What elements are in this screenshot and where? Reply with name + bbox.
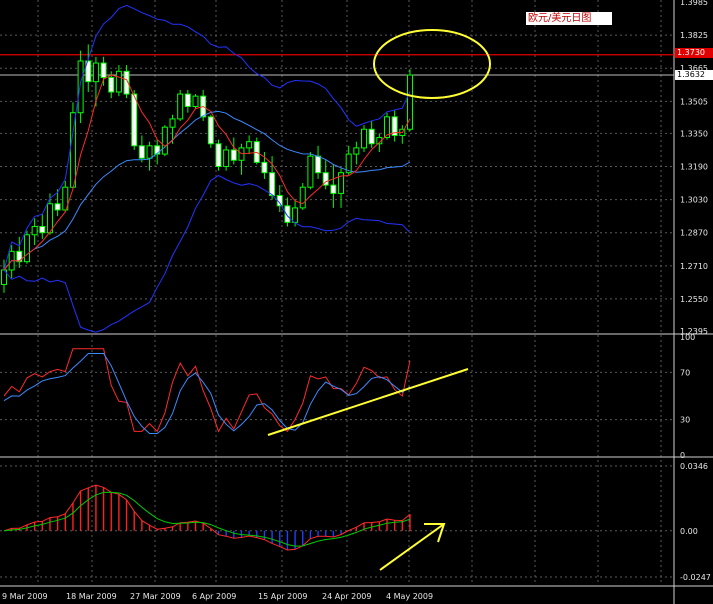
candle[interactable] bbox=[361, 128, 368, 149]
rsi-tick-label: 0 bbox=[680, 451, 685, 460]
rsi-trendline[interactable] bbox=[267, 368, 469, 436]
candle[interactable] bbox=[177, 93, 184, 120]
candle[interactable] bbox=[54, 203, 61, 211]
price-tick-label: 1.2550 bbox=[680, 295, 708, 304]
candle[interactable] bbox=[207, 116, 214, 145]
macd-tick-label: -0.0247 bbox=[680, 573, 711, 582]
candle[interactable] bbox=[138, 145, 145, 159]
price-tick-label: 1.3505 bbox=[680, 97, 708, 106]
candle[interactable] bbox=[108, 77, 115, 93]
date-tick-label: 9 Mar 2009 bbox=[2, 592, 48, 601]
price-tick-label: 1.3350 bbox=[680, 129, 708, 138]
candle[interactable] bbox=[215, 143, 222, 168]
bollinger-upper bbox=[3, 4, 411, 271]
highlight-ellipse[interactable] bbox=[373, 29, 491, 99]
macd-tick-label: 0.00 bbox=[680, 527, 698, 536]
candle[interactable] bbox=[269, 172, 276, 196]
candle[interactable] bbox=[169, 118, 176, 128]
price-tick-label: 1.3985 bbox=[680, 0, 708, 7]
date-tick-label: 27 Mar 2009 bbox=[130, 592, 181, 601]
symbol-label: 欧元/美元日图 bbox=[526, 12, 612, 25]
price-tick-label: 1.3190 bbox=[680, 163, 708, 172]
candle[interactable] bbox=[246, 141, 253, 149]
candle[interactable] bbox=[184, 93, 191, 107]
candle[interactable] bbox=[46, 203, 53, 234]
chart-window[interactable]: 1.3985 1.3825 1.3665 1.3505 1.3350 1.3190 1.30… bbox=[0, 0, 713, 604]
candle[interactable] bbox=[299, 186, 306, 209]
candle[interactable] bbox=[307, 155, 314, 188]
macd-tick-label: 0.0346 bbox=[680, 462, 708, 471]
candle[interactable] bbox=[192, 95, 199, 107]
candle[interactable] bbox=[131, 93, 138, 147]
marked-level-tag: 1.3730 bbox=[675, 48, 713, 58]
candle[interactable] bbox=[330, 184, 337, 194]
candle[interactable] bbox=[261, 161, 268, 174]
candle[interactable] bbox=[39, 226, 46, 234]
candle[interactable] bbox=[353, 147, 360, 155]
candle[interactable] bbox=[31, 226, 38, 236]
candle[interactable] bbox=[230, 149, 237, 161]
price-tick-label: 1.3825 bbox=[680, 31, 708, 40]
rsi-tick-label: 70 bbox=[680, 368, 690, 377]
candle[interactable] bbox=[115, 70, 122, 93]
rsi-line bbox=[3, 348, 411, 433]
date-tick-label: 18 Mar 2009 bbox=[66, 592, 117, 601]
price-chart[interactable]: 1.39851.38251.36651.35051.33501.31901.30… bbox=[0, 0, 713, 604]
candle[interactable] bbox=[100, 62, 107, 79]
candle[interactable] bbox=[161, 126, 168, 155]
rsi-tick-label: 30 bbox=[680, 416, 690, 425]
candle[interactable] bbox=[23, 234, 30, 263]
price-tick-label: 1.3030 bbox=[680, 196, 708, 205]
candle[interactable] bbox=[292, 207, 299, 223]
candle[interactable] bbox=[315, 155, 322, 174]
current-price-tag: 1.3632 bbox=[675, 70, 713, 80]
date-tick-label: 24 Apr 2009 bbox=[322, 592, 371, 601]
date-tick-label: 6 Apr 2009 bbox=[192, 592, 236, 601]
candle[interactable] bbox=[284, 205, 291, 223]
price-tick-label: 1.2710 bbox=[680, 262, 708, 271]
candle[interactable] bbox=[146, 145, 153, 159]
date-tick-label: 15 Apr 2009 bbox=[258, 592, 307, 601]
candle[interactable] bbox=[223, 149, 230, 167]
candle[interactable] bbox=[368, 128, 375, 145]
candle[interactable] bbox=[77, 60, 84, 114]
price-tick-label: 1.2870 bbox=[680, 229, 708, 238]
candle[interactable] bbox=[92, 62, 99, 83]
rsi-tick-label: 100 bbox=[680, 333, 695, 342]
date-tick-label: 4 May 2009 bbox=[386, 592, 433, 601]
